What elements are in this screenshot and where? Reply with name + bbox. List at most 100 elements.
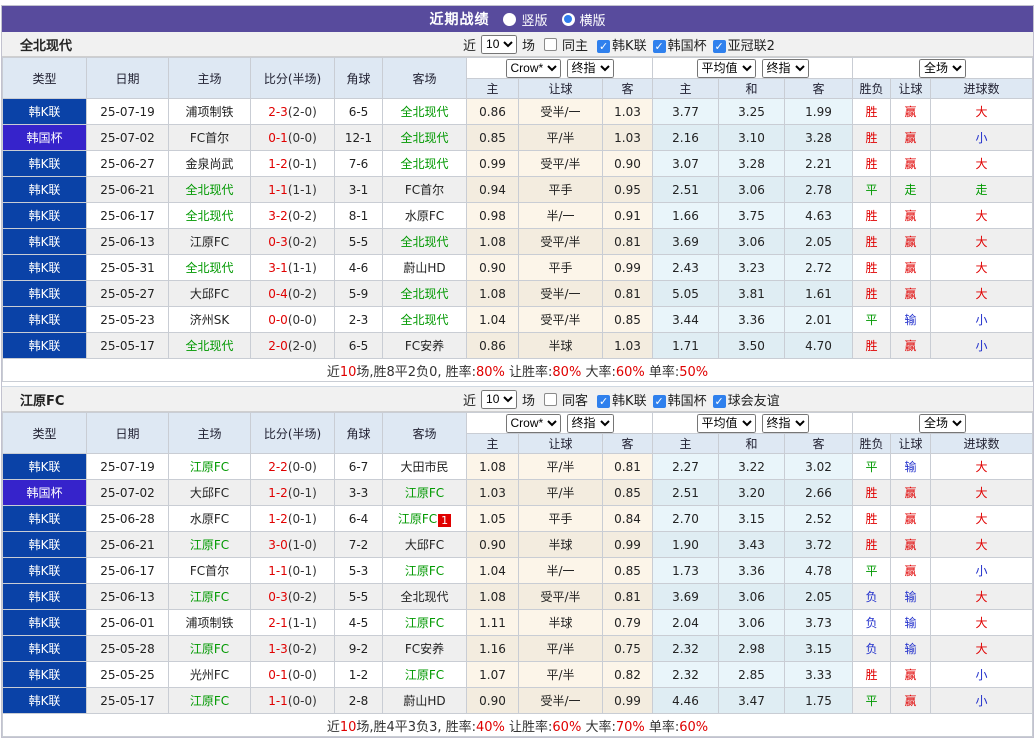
away-team-cell: FC安养 bbox=[383, 636, 467, 662]
table-head: 类型日期主场比分(半场)角球客场Crow*终指平均值终指全场主让球客主和客胜负让… bbox=[3, 58, 1033, 99]
league-checkbox[interactable] bbox=[597, 40, 610, 53]
date-cell: 25-06-21 bbox=[87, 532, 169, 558]
header-select[interactable]: 全场 bbox=[919, 414, 966, 433]
avg-away-cell: 2.52 bbox=[785, 506, 853, 532]
section-header: 江原FC 近 10 场 同客 韩K联韩国杯球会友谊 bbox=[2, 387, 1033, 412]
header-select[interactable]: 全场 bbox=[919, 59, 966, 78]
header-select[interactable]: 平均值 bbox=[697, 414, 756, 433]
avg-away-cell: 2.01 bbox=[785, 307, 853, 333]
away-team-name: 大邱FC bbox=[405, 538, 444, 552]
halftime-score: (0-1) bbox=[288, 564, 317, 578]
avg-draw-cell: 3.36 bbox=[719, 307, 785, 333]
home-team-cell: 江原FC bbox=[169, 454, 251, 480]
league-cell: 韩K联 bbox=[3, 99, 87, 125]
sub-column-header: 主 bbox=[653, 434, 719, 454]
home-odds-cell: 1.03 bbox=[467, 480, 519, 506]
home-team-name: 全北现代 bbox=[185, 339, 233, 353]
header-select[interactable]: 终指 bbox=[567, 414, 614, 433]
halftime-score: (0-0) bbox=[288, 313, 317, 327]
sub-column-header: 进球数 bbox=[931, 79, 1033, 99]
home-team-cell: FC首尔 bbox=[169, 558, 251, 584]
layout-radio-horizontal[interactable]: 横版 bbox=[562, 10, 606, 29]
handicap-cell: 半/一 bbox=[519, 203, 603, 229]
header-select[interactable]: 终指 bbox=[762, 414, 809, 433]
same-venue-checkbox[interactable] bbox=[544, 393, 557, 406]
sub-column-header: 主 bbox=[467, 434, 519, 454]
home-odds-cell: 0.94 bbox=[467, 177, 519, 203]
league-cell: 韩K联 bbox=[3, 307, 87, 333]
halftime-score: (0-2) bbox=[288, 642, 317, 656]
league-cell: 韩K联 bbox=[3, 151, 87, 177]
away-team-cell: 全北现代 bbox=[383, 307, 467, 333]
fulltime-score: 0-3 bbox=[268, 590, 288, 604]
score-cell: 2-3(2-0) bbox=[251, 99, 335, 125]
home-team-name: 全北现代 bbox=[185, 209, 233, 223]
home-team-name: 水原FC bbox=[190, 512, 229, 526]
score-cell: 2-1(1-1) bbox=[251, 610, 335, 636]
date-cell: 25-05-27 bbox=[87, 281, 169, 307]
avg-home-cell: 1.73 bbox=[653, 558, 719, 584]
avg-home-cell: 5.05 bbox=[653, 281, 719, 307]
header-select[interactable]: 终指 bbox=[567, 59, 614, 78]
home-team-cell: 大邱FC bbox=[169, 281, 251, 307]
avg-away-cell: 1.99 bbox=[785, 99, 853, 125]
sub-column-header: 主 bbox=[467, 79, 519, 99]
away-team-name: 蔚山HD bbox=[403, 261, 445, 275]
score-cell: 1-2(0-1) bbox=[251, 506, 335, 532]
score-cell: 0-4(0-2) bbox=[251, 281, 335, 307]
column-header: 客场 bbox=[383, 413, 467, 454]
match-count-select[interactable]: 10 bbox=[481, 390, 517, 409]
league-checkbox[interactable] bbox=[653, 40, 666, 53]
league-cell: 韩K联 bbox=[3, 558, 87, 584]
handicap-cell: 半球 bbox=[519, 532, 603, 558]
fulltime-score: 1-2 bbox=[268, 512, 288, 526]
handicap-cell: 半球 bbox=[519, 333, 603, 359]
away-team-name: 全北现代 bbox=[400, 235, 448, 249]
goals-result-cell: 小 bbox=[931, 125, 1033, 151]
avg-home-cell: 3.69 bbox=[653, 229, 719, 255]
match-row: 韩K联25-07-19浦项制铁2-3(2-0)6-5全北现代0.86受半/一1.… bbox=[3, 99, 1033, 125]
summary-segment: 70% bbox=[616, 720, 645, 735]
corners-cell: 6-5 bbox=[335, 333, 383, 359]
league-checkbox[interactable] bbox=[713, 40, 726, 53]
away-odds-cell: 0.81 bbox=[603, 584, 653, 610]
result-cell: 负 bbox=[853, 610, 891, 636]
home-team-cell: 全北现代 bbox=[169, 177, 251, 203]
league-checkbox[interactable] bbox=[713, 395, 726, 408]
match-count-select[interactable]: 10 bbox=[481, 35, 517, 54]
header-select[interactable]: 终指 bbox=[762, 59, 809, 78]
header-select[interactable]: 平均值 bbox=[697, 59, 756, 78]
avg-home-cell: 3.69 bbox=[653, 584, 719, 610]
corners-cell: 2-8 bbox=[335, 688, 383, 714]
handicap-result-cell: 赢 bbox=[891, 532, 931, 558]
home-team-name: 江原FC bbox=[190, 538, 229, 552]
header-select[interactable]: Crow* bbox=[506, 414, 561, 433]
away-team-name: 全北现代 bbox=[400, 590, 448, 604]
handicap-result-cell: 走 bbox=[891, 177, 931, 203]
column-header: 日期 bbox=[87, 58, 169, 99]
fulltime-score: 2-1 bbox=[268, 616, 288, 630]
avg-draw-cell: 3.25 bbox=[719, 99, 785, 125]
home-team-name: 江原FC bbox=[190, 590, 229, 604]
home-odds-cell: 1.08 bbox=[467, 229, 519, 255]
handicap-result-cell: 赢 bbox=[891, 480, 931, 506]
avg-home-cell: 2.43 bbox=[653, 255, 719, 281]
away-team-cell: 全北现代 bbox=[383, 229, 467, 255]
goals-result-cell: 小 bbox=[931, 333, 1033, 359]
sub-column-header: 胜负 bbox=[853, 79, 891, 99]
filter-bar: 近 10 场 同主 韩K联韩国杯亚冠联2 bbox=[463, 35, 775, 54]
summary-segment: 60% bbox=[679, 720, 708, 735]
home-team-cell: 济州SK bbox=[169, 307, 251, 333]
avg-away-cell: 3.15 bbox=[785, 636, 853, 662]
home-team-cell: 光州FC bbox=[169, 662, 251, 688]
header-group-row: 类型日期主场比分(半场)角球客场Crow*终指平均值终指全场 bbox=[3, 413, 1033, 434]
layout-radio-vertical[interactable]: 竖版 bbox=[503, 10, 547, 29]
away-team-cell: 水原FC bbox=[383, 203, 467, 229]
header-select[interactable]: Crow* bbox=[506, 59, 561, 78]
away-team-cell: 江原FC bbox=[383, 662, 467, 688]
league-checkbox[interactable] bbox=[597, 395, 610, 408]
home-team-name: 江原FC bbox=[190, 694, 229, 708]
same-venue-checkbox[interactable] bbox=[544, 38, 557, 51]
league-checkbox[interactable] bbox=[653, 395, 666, 408]
team-section: 江原FC 近 10 场 同客 韩K联韩国杯球会友谊 类型日期主场比分(半场)角球… bbox=[2, 386, 1033, 737]
